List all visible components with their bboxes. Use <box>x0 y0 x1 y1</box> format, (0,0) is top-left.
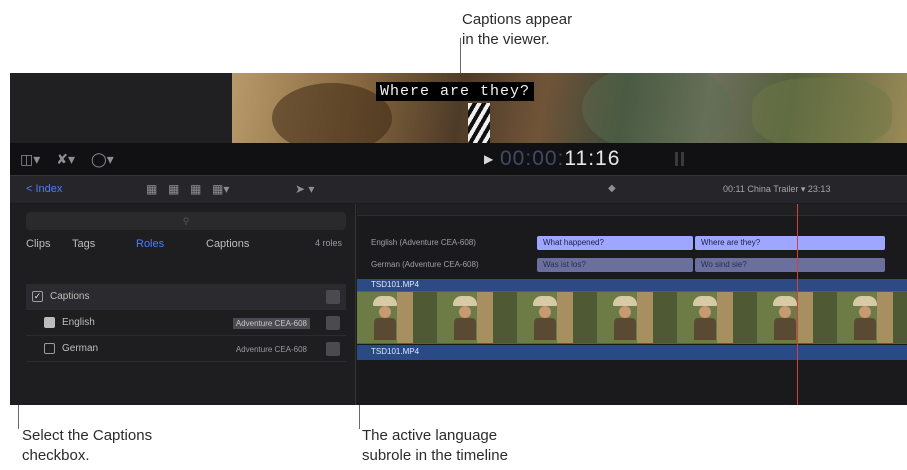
viewer: Where are they? <box>10 73 907 143</box>
timeline-header: < Index ▦ ▦ ▦ ▦▾ ➤ ▾ ◆ 00:11 China Trail… <box>10 175 907 203</box>
timeline[interactable]: English (Adventure CEA-608) German (Adve… <box>357 204 907 405</box>
role-row-english[interactable]: English Adventure CEA-608 <box>26 310 346 336</box>
project-name: 00:11 China Trailer ▾ <box>723 184 806 194</box>
audio-meter <box>675 152 687 166</box>
subrole-label: Adventure CEA-608 <box>232 318 310 329</box>
timecode-dim: 00:00: <box>500 147 565 170</box>
filmstrip-icon[interactable]: ▦▾ <box>212 182 229 196</box>
audio-clip[interactable]: TSD101.MP4 <box>357 345 907 360</box>
lane-label-english: English (Adventure CEA-608) <box>371 238 476 247</box>
clip-name: TSD101.MP4 <box>371 280 420 289</box>
marker-icon: ◆ <box>608 183 616 194</box>
timeline-index-panel: ⚲ Clips Tags Roles Captions 4 roles ✓ Ca… <box>10 204 356 405</box>
select-tool-icon[interactable]: ➤ ▾ <box>295 182 314 196</box>
tab-roles[interactable]: Roles <box>136 238 164 250</box>
subrole-label: Adventure CEA-608 <box>235 345 307 354</box>
captions-checkbox[interactable]: ✓ <box>32 291 43 302</box>
tab-clips[interactable]: Clips <box>26 238 50 250</box>
timecode-display: 00:00:11:16 <box>500 147 620 171</box>
role-focus-toggle[interactable] <box>326 290 340 304</box>
callout-line: Captions appear <box>462 11 573 28</box>
german-checkbox[interactable] <box>44 343 55 354</box>
index-tabs: Clips Tags Roles Captions 4 roles <box>26 234 346 256</box>
callout-captions-in-viewer: Captions appear in the viewer. <box>462 10 662 50</box>
role-label: German <box>62 343 99 354</box>
role-focus-toggle[interactable] <box>326 342 340 356</box>
playhead[interactable] <box>797 204 798 405</box>
play-icon[interactable]: ▶ <box>484 152 493 166</box>
callout-line: The active language <box>362 427 498 444</box>
roles-count: 4 roles <box>314 238 342 248</box>
caption-clip[interactable]: Was ist los? <box>537 258 693 272</box>
video-filmstrip[interactable] <box>357 291 907 344</box>
clip-appearance-icon[interactable]: ▦ <box>146 182 157 196</box>
callout-active-language-subrole: The active language subrole in the timel… <box>362 426 622 466</box>
clip-height-icon[interactable]: ▦ <box>168 182 179 196</box>
project-duration: 23:13 <box>807 184 831 194</box>
timeline-toolbar: ◫▾ ✘▾ ◯▾ ▶ 00:00:11:16 <box>10 143 907 175</box>
callout-line: in the viewer. <box>462 31 550 48</box>
clip-name: TSD101.MP4 <box>371 347 420 356</box>
search-field[interactable]: ⚲ <box>26 212 346 230</box>
callout-line: checkbox. <box>22 447 90 464</box>
project-title[interactable]: 00:11 China Trailer ▾ 23:13 <box>723 184 830 195</box>
role-label: Captions <box>50 291 90 302</box>
role-focus-toggle[interactable] <box>326 316 340 330</box>
lane-label-german: German (Adventure CEA-608) <box>371 260 479 269</box>
viewer-caption-text: Where are they? <box>376 82 535 101</box>
callout-line: subrole in the timeline <box>362 447 508 464</box>
callout-line: Select the Captions <box>22 427 153 444</box>
callout-leader-line <box>460 38 461 76</box>
callout-select-captions-checkbox: Select the Captions checkbox. <box>22 426 262 466</box>
trim-tool-icon[interactable]: ✘▾ <box>56 151 75 168</box>
tab-captions[interactable]: Captions <box>206 238 249 250</box>
caption-clip[interactable]: Wo sind sie? <box>695 258 885 272</box>
role-row-german[interactable]: German Adventure CEA-608 <box>26 336 346 362</box>
english-checkbox[interactable] <box>44 317 55 328</box>
caption-lane-labels: English (Adventure CEA-608) German (Adve… <box>371 232 479 276</box>
speed-icon[interactable]: ◯▾ <box>91 151 114 168</box>
video-frame: Where are they? <box>232 73 907 143</box>
tab-tags[interactable]: Tags <box>72 238 95 250</box>
timecode-value: 11:16 <box>564 147 621 170</box>
roles-list: ✓ Captions English Adventure CEA-608 Ger… <box>26 284 346 362</box>
timeline-ruler[interactable] <box>357 204 907 216</box>
layout-icon[interactable]: ◫▾ <box>20 151 40 168</box>
primary-storyline-clip[interactable]: TSD101.MP4 <box>357 279 907 291</box>
role-row-captions[interactable]: ✓ Captions <box>26 284 346 310</box>
index-button[interactable]: < Index <box>26 183 62 195</box>
role-label: English <box>62 317 95 328</box>
caption-clip[interactable]: Where are they? <box>695 236 885 250</box>
caption-clip[interactable]: What happened? <box>537 236 693 250</box>
waveform-icon[interactable]: ▦ <box>190 182 201 196</box>
final-cut-pro-window: Where are they? ◫▾ ✘▾ ◯▾ ▶ 00:00:11:16 <… <box>10 73 907 405</box>
